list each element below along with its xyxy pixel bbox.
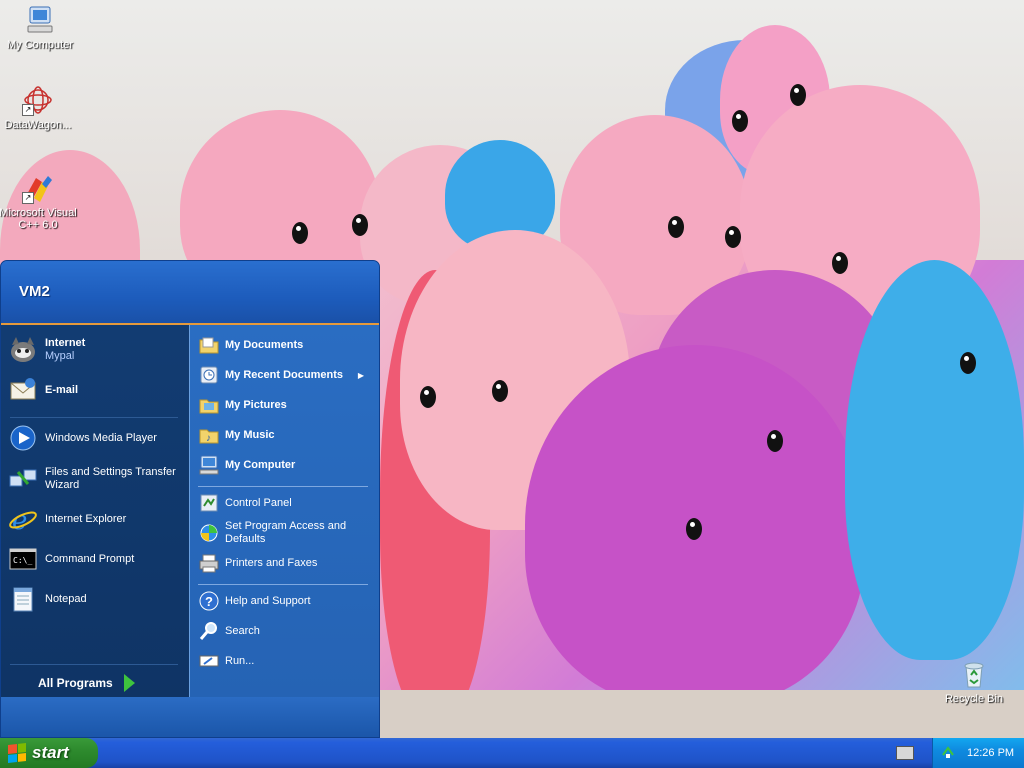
media-player-icon xyxy=(8,423,38,453)
menu-item-title: E-mail xyxy=(45,383,79,396)
desktop-icon-label: Microsoft Visual C++ 6.0 xyxy=(0,207,77,231)
menu-item-notepad[interactable]: Notepad xyxy=(8,584,184,614)
menu-item-label: Windows Media Player xyxy=(45,431,157,444)
desktop-icon-label: My Computer xyxy=(6,39,74,51)
desktop-icon-label: Recycle Bin xyxy=(944,693,1004,705)
desktop-icon-visual-cpp[interactable]: ↗ Microsoft Visual C++ 6.0 xyxy=(0,172,78,231)
menu-item-control-panel[interactable]: Control Panel xyxy=(198,492,374,514)
desktop-icon-datawagon[interactable]: ↗ DataWagon... xyxy=(0,84,78,131)
folder-icon xyxy=(198,334,220,356)
taskbar xyxy=(0,738,1024,768)
my-computer-icon xyxy=(24,4,56,36)
menu-item-label: Notepad xyxy=(45,592,87,605)
svg-text:C:\_: C:\_ xyxy=(13,556,32,565)
start-menu-footer xyxy=(1,697,379,737)
start-menu-header: VM2 xyxy=(1,261,379,325)
mypal-browser-icon xyxy=(8,335,38,365)
transfer-wizard-icon xyxy=(8,464,38,494)
menu-item-program-access[interactable]: Set Program Access and Defaults xyxy=(198,520,374,546)
menu-item-label: Internet Explorer xyxy=(45,512,127,525)
menu-item-my-documents[interactable]: My Documents xyxy=(198,334,374,356)
control-panel-icon xyxy=(198,492,220,514)
menu-item-my-pictures[interactable]: My Pictures xyxy=(198,394,374,416)
datawagon-icon: ↗ xyxy=(22,84,54,116)
shortcut-arrow-icon: ↗ xyxy=(22,104,34,116)
menu-item-subtitle: Mypal xyxy=(45,350,75,362)
menu-item-label: My Computer xyxy=(225,458,296,471)
email-icon xyxy=(8,375,38,405)
menu-item-internet-explorer[interactable]: e Internet Explorer xyxy=(8,504,184,536)
help-icon: ? xyxy=(198,590,220,612)
command-prompt-icon: C:\_ xyxy=(8,544,38,574)
menu-item-search[interactable]: Search xyxy=(198,620,374,642)
recycle-bin-icon xyxy=(958,658,990,690)
menu-item-my-recent-documents[interactable]: My Recent Documents ▶ xyxy=(198,364,374,386)
menu-item-transfer-wizard[interactable]: Files and Settings Transfer Wizard xyxy=(8,464,184,494)
menu-separator xyxy=(10,417,178,418)
menu-item-title: Internet xyxy=(45,337,86,349)
notepad-icon xyxy=(8,584,38,614)
menu-item-run[interactable]: Run... xyxy=(198,650,374,672)
run-icon xyxy=(198,650,220,672)
menu-item-label: Command Prompt xyxy=(45,552,135,565)
search-icon xyxy=(198,620,220,642)
music-folder-icon: ♪ xyxy=(198,424,220,446)
menu-item-my-music[interactable]: ♪ My Music xyxy=(198,424,374,446)
menu-item-internet[interactable]: Internet Mypal xyxy=(8,335,184,365)
menu-item-label: Control Panel xyxy=(225,496,292,509)
menu-item-label: Set Program Access and Defaults xyxy=(225,520,347,545)
keyboard-icon[interactable] xyxy=(896,746,914,760)
pictures-folder-icon xyxy=(198,394,220,416)
menu-separator xyxy=(198,486,368,487)
network-icon[interactable] xyxy=(941,745,955,759)
start-label: start xyxy=(32,743,69,762)
submenu-arrow-icon: ▶ xyxy=(357,370,364,380)
menu-item-printers-faxes[interactable]: Printers and Faxes xyxy=(198,552,374,574)
menu-item-label: Help and Support xyxy=(225,594,311,607)
all-programs-arrow-icon xyxy=(124,674,135,692)
svg-text:♪: ♪ xyxy=(206,433,211,444)
visual-cpp-icon: ↗ xyxy=(22,172,54,204)
menu-item-label: Search xyxy=(225,624,260,637)
internet-explorer-icon: e xyxy=(8,504,38,536)
menu-item-help-support[interactable]: ? Help and Support xyxy=(198,590,374,612)
my-computer-icon xyxy=(198,454,220,476)
menu-item-windows-media-player[interactable]: Windows Media Player xyxy=(8,423,184,453)
menu-item-label: Printers and Faxes xyxy=(225,556,318,569)
all-programs-button[interactable]: All Programs xyxy=(38,676,113,690)
menu-item-label: My Music xyxy=(225,428,275,441)
clock[interactable]: 12:26 PM xyxy=(967,747,1014,759)
desktop-icon-my-computer[interactable]: My Computer xyxy=(0,4,80,51)
desktop-icon-label: DataWagon... xyxy=(4,119,72,131)
program-access-icon xyxy=(198,522,220,544)
user-name: VM2 xyxy=(19,283,50,300)
menu-item-label: My Recent Documents xyxy=(225,368,343,381)
menu-item-label: Run... xyxy=(225,654,255,667)
desktop-icon-recycle-bin[interactable]: Recycle Bin xyxy=(934,658,1014,705)
menu-item-label: My Pictures xyxy=(225,398,287,411)
menu-item-label: My Documents xyxy=(225,338,304,351)
menu-item-label: Files and Settings Transfer Wizard xyxy=(45,466,176,491)
menu-item-email[interactable]: E-mail xyxy=(8,375,184,405)
printer-icon xyxy=(198,552,220,574)
svg-text:?: ? xyxy=(205,594,213,609)
recent-documents-icon xyxy=(198,364,220,386)
start-button[interactable]: start xyxy=(0,738,98,768)
menu-item-my-computer[interactable]: My Computer xyxy=(198,454,374,476)
shortcut-arrow-icon: ↗ xyxy=(22,192,34,204)
menu-separator xyxy=(198,584,368,585)
windows-logo-icon xyxy=(8,743,26,763)
menu-item-command-prompt[interactable]: C:\_ Command Prompt xyxy=(8,544,184,574)
menu-separator xyxy=(10,664,178,665)
